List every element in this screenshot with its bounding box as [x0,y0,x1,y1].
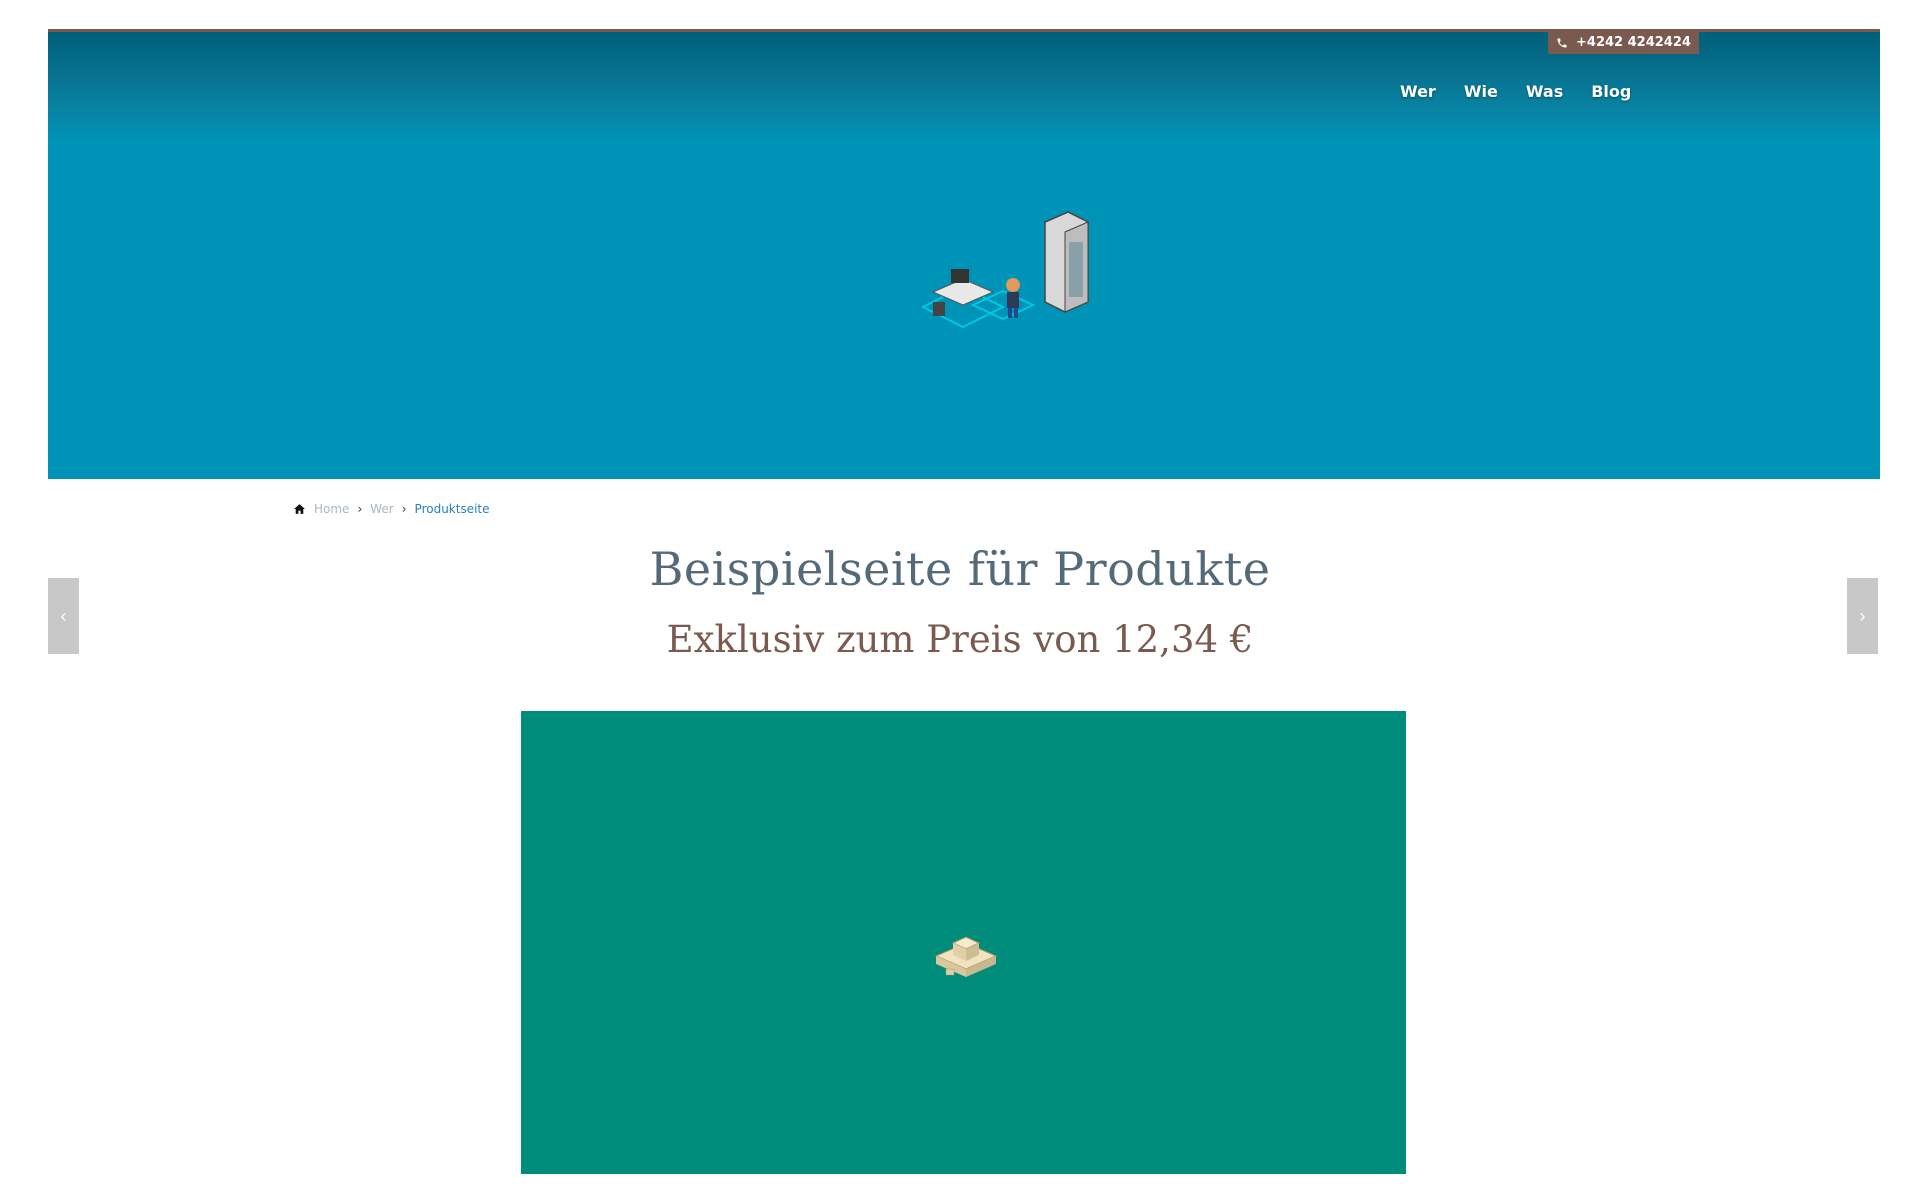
package-illustration [934,936,998,977]
nav-item-was[interactable]: Was [1526,82,1563,101]
phone-number: +4242 4242424 [1576,35,1691,50]
chevron-right-icon: › [357,502,363,516]
nav-item-wer[interactable]: Wer [1400,82,1436,101]
office-server-illustration [920,211,1089,329]
hero-banner: +4242 4242424 Wer Wie Was Blog [48,29,1880,479]
chevron-right-icon: › [401,502,407,516]
main-nav: Wer Wie Was Blog [1400,82,1631,101]
product-image [521,711,1406,1174]
home-icon[interactable] [293,503,306,515]
breadcrumb-home[interactable]: Home [314,502,349,516]
breadcrumb-current: Produktseite [414,502,490,516]
nav-item-wie[interactable]: Wie [1464,82,1498,101]
breadcrumb-wer[interactable]: Wer [370,502,393,516]
price-subtitle: Exklusiv zum Preis von 12,34 € [666,618,1254,661]
phone-icon [1557,38,1567,48]
breadcrumb: Home › Wer › Produktseite [293,502,490,516]
nav-item-blog[interactable]: Blog [1591,82,1631,101]
phone-badge[interactable]: +4242 4242424 [1548,32,1699,54]
page-title: Beispielseite für Produkte [649,542,1271,596]
